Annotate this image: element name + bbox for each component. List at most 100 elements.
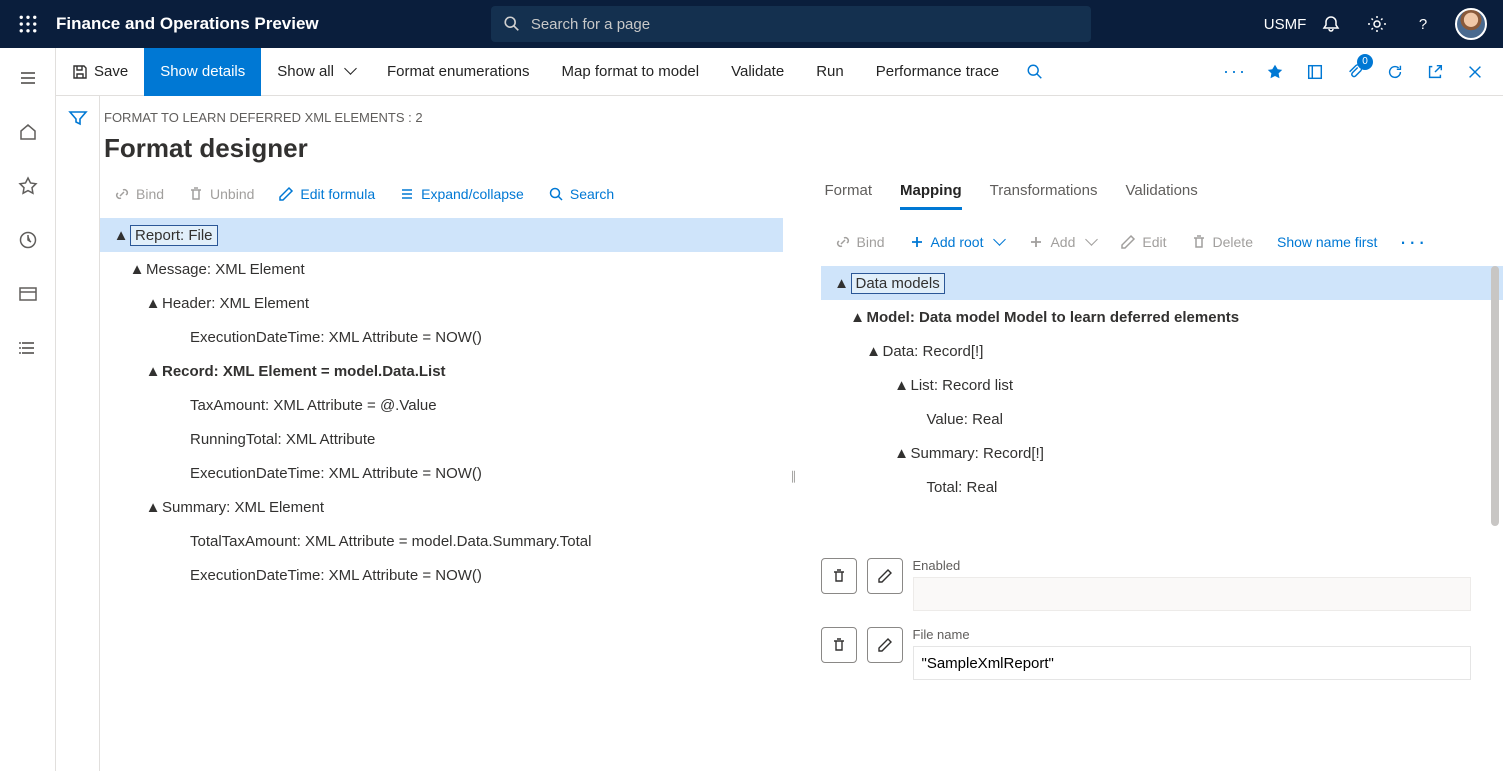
tree-node[interactable]: ▲List: Record list: [821, 368, 1503, 402]
caret-icon[interactable]: ▲: [144, 363, 162, 380]
tree-node[interactable]: ▲Data models: [821, 266, 1503, 300]
edit-enabled-button[interactable]: [867, 558, 903, 594]
find-button[interactable]: [1015, 48, 1055, 96]
tree-node[interactable]: ExecutionDateTime: XML Attribute = NOW(): [100, 320, 783, 354]
link-icon: [114, 186, 130, 202]
plus-icon: [1028, 234, 1044, 250]
tree-node[interactable]: ExecutionDateTime: XML Attribute = NOW(): [100, 558, 783, 592]
format-tree[interactable]: ▲Report: File ▲Message: XML Element ▲Hea…: [100, 218, 783, 592]
caret-icon[interactable]: ▲: [112, 227, 130, 244]
expand-collapse-button[interactable]: Expand/collapse: [389, 180, 534, 208]
mapping-tree[interactable]: ▲Data models ▲Model: Data model Model to…: [821, 266, 1503, 504]
caret-icon[interactable]: ▲: [893, 445, 911, 462]
edit-formula-button[interactable]: Edit formula: [268, 180, 385, 208]
tree-node[interactable]: ▲Record: XML Element = model.Data.List: [100, 354, 783, 388]
app-title: Finance and Operations Preview: [56, 14, 319, 34]
caret-icon[interactable]: ▲: [833, 275, 851, 292]
plus-icon: [909, 234, 925, 250]
pane-splitter[interactable]: [789, 180, 799, 771]
filter-icon[interactable]: [68, 108, 88, 771]
overflow-menu[interactable]: ···: [1391, 229, 1435, 255]
trash-icon: [831, 568, 847, 584]
nav-workspaces-icon[interactable]: [12, 278, 44, 310]
options-icon[interactable]: [1255, 48, 1295, 96]
bind-button: Bind: [104, 180, 174, 208]
nav-favorites-icon[interactable]: [12, 170, 44, 202]
svg-text:?: ?: [1419, 16, 1427, 33]
tab-format[interactable]: Format: [825, 180, 873, 210]
run-button[interactable]: Run: [800, 48, 860, 96]
overflow-menu[interactable]: ···: [1215, 48, 1255, 96]
pencil-icon: [1120, 234, 1136, 250]
enabled-label: Enabled: [913, 558, 1472, 573]
caret-icon[interactable]: ▲: [865, 343, 883, 360]
trash-icon: [188, 186, 204, 202]
pencil-icon: [877, 637, 893, 653]
performance-trace-button[interactable]: Performance trace: [860, 48, 1015, 96]
add-button: Add: [1018, 228, 1106, 256]
popout-button[interactable]: [1415, 48, 1455, 96]
tab-mapping[interactable]: Mapping: [900, 180, 962, 210]
pencil-icon: [877, 568, 893, 584]
company-picker[interactable]: USMF: [1263, 0, 1307, 48]
chevron-down-icon: [340, 63, 355, 80]
list-icon: [399, 186, 415, 202]
filename-label: File name: [913, 627, 1472, 642]
caret-icon[interactable]: ▲: [144, 499, 162, 516]
show-details-button[interactable]: Show details: [144, 48, 261, 96]
format-enumerations-button[interactable]: Format enumerations: [371, 48, 546, 96]
tree-node[interactable]: Total: Real: [821, 470, 1503, 504]
settings-icon[interactable]: [1355, 0, 1399, 48]
help-icon[interactable]: ?: [1401, 0, 1445, 48]
enabled-field[interactable]: [913, 577, 1472, 611]
delete-button: Delete: [1181, 228, 1263, 256]
tree-node[interactable]: ▲Data: Record[!]: [821, 334, 1503, 368]
show-name-first-button[interactable]: Show name first: [1267, 228, 1387, 256]
map-format-to-model-button[interactable]: Map format to model: [546, 48, 716, 96]
app-launcher[interactable]: [8, 0, 48, 48]
add-root-button[interactable]: Add root: [899, 228, 1015, 256]
caret-icon[interactable]: ▲: [144, 295, 162, 312]
tree-node[interactable]: TaxAmount: XML Attribute = @.Value: [100, 388, 783, 422]
save-button[interactable]: Save: [56, 48, 144, 96]
tree-node[interactable]: ▲Summary: XML Element: [100, 490, 783, 524]
search-icon: [548, 186, 564, 202]
scrollbar[interactable]: [1491, 266, 1499, 526]
bind-button: Bind: [825, 228, 895, 256]
tree-node[interactable]: ▲Message: XML Element: [100, 252, 783, 286]
caret-icon[interactable]: ▲: [849, 309, 867, 326]
global-search[interactable]: [491, 6, 1091, 42]
global-search-input[interactable]: [531, 16, 1079, 33]
filename-field[interactable]: [913, 646, 1472, 680]
tree-node[interactable]: Value: Real: [821, 402, 1503, 436]
tree-node[interactable]: ExecutionDateTime: XML Attribute = NOW(): [100, 456, 783, 490]
caret-icon[interactable]: ▲: [893, 377, 911, 394]
office-icon[interactable]: [1295, 48, 1335, 96]
chevron-down-icon: [989, 234, 1004, 250]
notifications-icon[interactable]: [1309, 0, 1353, 48]
validate-button[interactable]: Validate: [715, 48, 800, 96]
tree-node[interactable]: ▲Report: File: [100, 218, 783, 252]
refresh-button[interactable]: [1375, 48, 1415, 96]
tree-node[interactable]: ▲Summary: Record[!]: [821, 436, 1503, 470]
tree-node[interactable]: RunningTotal: XML Attribute: [100, 422, 783, 456]
tree-node[interactable]: TotalTaxAmount: XML Attribute = model.Da…: [100, 524, 783, 558]
nav-modules-icon[interactable]: [12, 332, 44, 364]
edit-filename-button[interactable]: [867, 627, 903, 663]
tab-transformations[interactable]: Transformations: [990, 180, 1098, 210]
show-all-button[interactable]: Show all: [261, 48, 371, 96]
attachments-button[interactable]: 0: [1335, 48, 1375, 96]
caret-icon[interactable]: ▲: [128, 261, 146, 278]
tree-node[interactable]: ▲Model: Data model Model to learn deferr…: [821, 300, 1503, 334]
clear-enabled-button[interactable]: [821, 558, 857, 594]
nav-home-icon[interactable]: [12, 116, 44, 148]
nav-recent-icon[interactable]: [12, 224, 44, 256]
link-icon: [835, 234, 851, 250]
user-avatar[interactable]: [1455, 8, 1487, 40]
tree-node[interactable]: ▲Header: XML Element: [100, 286, 783, 320]
close-button[interactable]: [1455, 48, 1495, 96]
tab-validations[interactable]: Validations: [1125, 180, 1197, 210]
nav-hamburger[interactable]: [12, 62, 44, 94]
clear-filename-button[interactable]: [821, 627, 857, 663]
search-button[interactable]: Search: [538, 180, 624, 208]
